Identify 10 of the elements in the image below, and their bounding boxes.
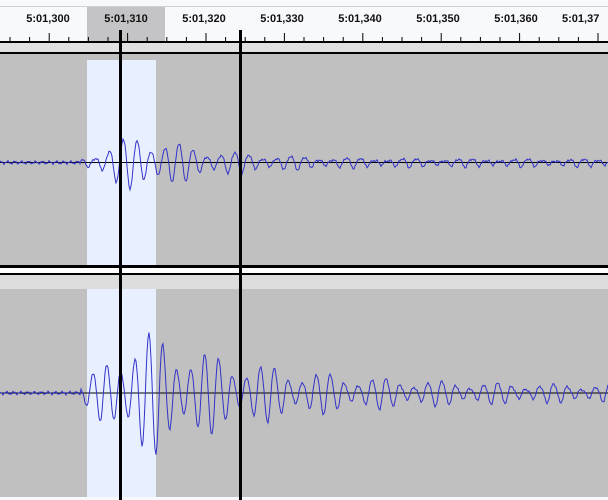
time-label: 5:01,310 — [87, 7, 165, 41]
time-label: 5:01,350 — [415, 12, 461, 27]
time-label: 5:01,300 — [25, 12, 71, 27]
time-label: 5:01,360 — [493, 12, 539, 27]
time-label: 5:01,340 — [337, 12, 383, 27]
time-label: 5:01,320 — [181, 12, 227, 27]
cursor-line[interactable] — [239, 30, 242, 500]
cursor-line[interactable] — [119, 30, 122, 500]
time-label: 5:01,37 — [561, 12, 599, 27]
time-label: 5:01,330 — [259, 12, 305, 27]
